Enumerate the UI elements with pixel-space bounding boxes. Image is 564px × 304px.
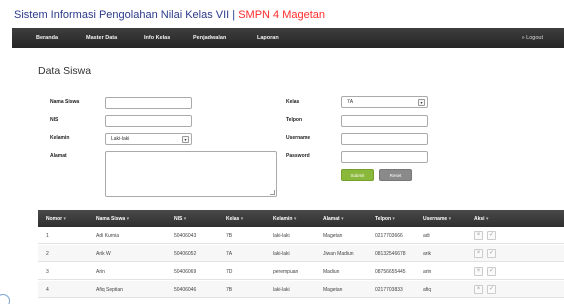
cell-alamat: Madiun: [323, 269, 340, 275]
kelamin-select[interactable]: Laki-laki ▾: [105, 133, 192, 145]
table-row: 2 Arik W 50406052 7A laki-laki Jiwan Madiun 08…: [38, 245, 564, 262]
col-alamat[interactable]: Alamat ▾: [323, 216, 344, 222]
sort-icon: ▾: [183, 216, 187, 222]
label-password: Password: [286, 153, 310, 159]
edit-icon[interactable]: ✓: [487, 267, 496, 276]
resize-grip-icon[interactable]: [270, 190, 275, 195]
label-kelamin: Kelamin: [50, 135, 70, 141]
telpon-input[interactable]: [341, 115, 428, 127]
col-kelamin[interactable]: Kelamin ▾: [273, 216, 296, 222]
cell-kelas: 7A: [226, 251, 233, 257]
col-nama-siswa[interactable]: Nama Siswa ▾: [96, 216, 129, 222]
reset-button[interactable]: Reset: [379, 169, 412, 181]
submit-button[interactable]: Submit: [341, 169, 374, 181]
cell-telpon: 08132546678: [375, 251, 406, 257]
cell-nomor: 4: [46, 287, 49, 293]
cell-kelas: 7B: [226, 287, 233, 293]
sort-icon: ▾: [240, 216, 244, 222]
cell-nomor: 2: [46, 251, 49, 257]
col-nis[interactable]: NIS ▾: [174, 216, 186, 222]
delete-icon[interactable]: ×: [474, 285, 483, 294]
sort-icon: ▾: [448, 216, 452, 222]
edit-icon[interactable]: ✓: [487, 231, 496, 240]
kelamin-selected-value: Laki-laki: [111, 136, 130, 142]
cell-kelas: 7B: [226, 233, 233, 239]
cell-nama-siswa: Afiq Septian: [96, 287, 123, 293]
chevron-down-icon: ▾: [418, 98, 425, 106]
label-telpon: Telpon: [286, 117, 303, 123]
label-alamat: Alamat: [50, 153, 67, 159]
sort-icon: ▾: [293, 216, 297, 222]
cell-kelamin: perempuan: [273, 269, 299, 275]
label-nama-siswa: Nama Siswa: [50, 99, 80, 105]
table-row: 3 Arin 50406069 7D perempuan Madiun 0875665544…: [38, 263, 564, 280]
student-table: Nomor ▾ Nama Siswa ▾ NIS ▾ Kelas ▾ Kelam…: [38, 210, 564, 304]
alamat-textarea[interactable]: [105, 151, 277, 197]
cell-telpon: 0217703833: [375, 287, 403, 293]
cell-nis: 50406043: [174, 233, 197, 239]
sort-icon: ▾: [392, 216, 395, 222]
delete-icon[interactable]: ×: [474, 267, 483, 276]
table-row: 4 Afiq Septian 50406046 7B laki-laki Magetan 0…: [38, 281, 564, 298]
cell-alamat: Jiwan Madiun: [323, 251, 354, 257]
table-row: 1 Adi Kurnia 50406043 7B laki-laki Magetan 021…: [38, 227, 564, 244]
cell-kelamin: laki-laki: [273, 287, 290, 293]
cell-username: adi: [423, 233, 430, 239]
cell-kelas: 7D: [226, 269, 233, 275]
edit-icon[interactable]: ✓: [487, 285, 496, 294]
table-header: Nomor ▾ Nama Siswa ▾ NIS ▾ Kelas ▾ Kelam…: [38, 210, 564, 227]
nis-input[interactable]: [105, 115, 192, 127]
col-aksi[interactable]: Aksi ▾: [474, 216, 488, 222]
label-kelas: Kelas: [286, 99, 300, 105]
chevron-down-icon: ▾: [182, 135, 189, 143]
cell-nama-siswa: Adi Kurnia: [96, 233, 120, 239]
col-username[interactable]: Username ▾: [423, 216, 451, 222]
col-nomor[interactable]: Nomor ▾: [46, 216, 66, 222]
cell-username: afiq: [423, 287, 432, 293]
sort-icon: ▾: [485, 216, 489, 222]
sort-icon: ▾: [341, 216, 344, 222]
cell-kelamin: laki-laki: [273, 251, 290, 257]
cell-nis: 50406052: [174, 251, 197, 257]
cell-nama-siswa: Arin: [96, 269, 105, 275]
cell-nis: 50406069: [174, 269, 197, 275]
sort-icon: ▾: [126, 216, 130, 222]
cell-username: arin: [423, 269, 432, 275]
kelas-selected-value: 7A: [347, 99, 354, 105]
cell-telpon: 0217703666: [375, 233, 403, 239]
username-input[interactable]: [341, 133, 428, 145]
cell-kelamin: laki-laki: [273, 233, 290, 239]
delete-icon[interactable]: ×: [474, 231, 483, 240]
col-kelas[interactable]: Kelas ▾: [226, 216, 243, 222]
delete-icon[interactable]: ×: [474, 249, 483, 258]
edit-icon[interactable]: ✓: [487, 249, 496, 258]
cell-nis: 50406046: [174, 287, 197, 293]
label-nis: NIS: [50, 117, 59, 123]
cell-nama-siswa: Arik W: [96, 251, 111, 257]
cell-telpon: 08756655445: [375, 269, 406, 275]
password-input[interactable]: [341, 151, 428, 163]
nama-siswa-input[interactable]: [105, 97, 192, 109]
cell-nomor: 3: [46, 269, 49, 275]
cell-alamat: Magetan: [323, 233, 343, 239]
student-form: Nama Siswa NIS Kelamin Laki-laki ▾ Alama…: [0, 0, 564, 200]
kelas-select[interactable]: 7A ▾: [341, 96, 428, 108]
cell-username: arik: [423, 251, 432, 257]
cell-alamat: Magetan: [323, 287, 343, 293]
sort-icon: ▾: [63, 216, 67, 222]
cell-nomor: 1: [46, 233, 49, 239]
label-username: Username: [286, 135, 311, 141]
col-telpon[interactable]: Telpon ▾: [375, 216, 395, 222]
circle-icon: [0, 294, 10, 304]
